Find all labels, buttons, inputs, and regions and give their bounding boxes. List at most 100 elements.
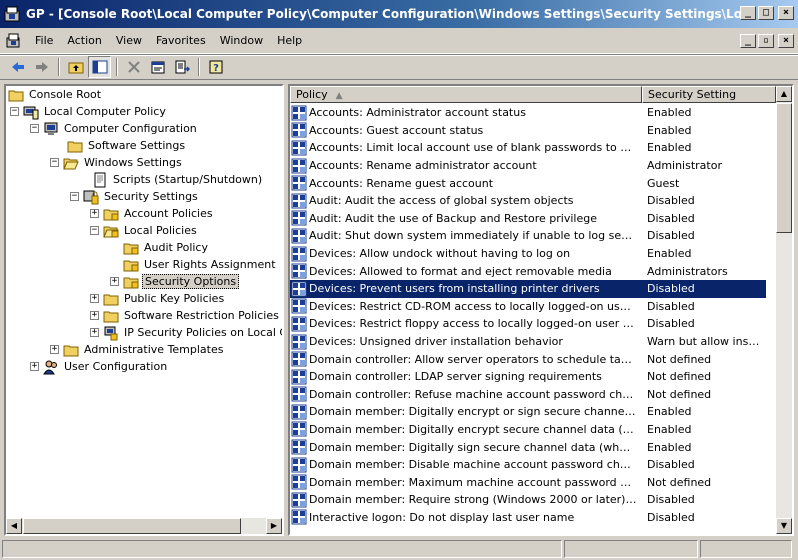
details-list[interactable]: Policy ▲ Security Setting Accounts: Admin… — [288, 84, 794, 536]
expand-toggle[interactable]: + — [30, 362, 39, 371]
scroll-up-button[interactable]: ▲ — [776, 86, 792, 102]
scroll-thumb[interactable] — [23, 518, 241, 534]
close-button[interactable]: × — [778, 6, 794, 20]
properties-button[interactable] — [146, 56, 169, 78]
child-restore-button[interactable]: ▫ — [758, 34, 774, 48]
scroll-right-button[interactable]: ▶ — [266, 518, 282, 534]
tree-item-computer-configuration[interactable]: − Computer Configuration — [30, 120, 199, 137]
policy-row[interactable]: Domain controller: Allow server operator… — [290, 350, 774, 368]
policy-row[interactable]: Domain controller: LDAP server signing r… — [290, 368, 774, 386]
toolbar-separator — [116, 58, 118, 76]
policy-row[interactable]: Domain member: Require strong (Windows 2… — [290, 491, 774, 509]
scroll-down-button[interactable]: ▼ — [776, 518, 792, 534]
scroll-left-button[interactable]: ◀ — [6, 518, 22, 534]
policy-row[interactable]: Devices: Allowed to format and eject rem… — [290, 262, 774, 280]
menu-file[interactable]: File — [28, 34, 60, 47]
policy-row[interactable]: Audit: Audit the access of global system… — [290, 192, 774, 210]
tree-item-security-options[interactable]: + Security Options — [110, 273, 240, 290]
tree-item-console-root[interactable]: Console Root — [8, 86, 103, 103]
menu-view[interactable]: View — [109, 34, 149, 47]
policy-icon — [291, 140, 307, 156]
back-arrow-icon — [11, 62, 24, 72]
policy-icon — [291, 158, 307, 174]
tree-item-account-policies[interactable]: + Account Policies — [90, 205, 215, 222]
scroll-thumb[interactable] — [776, 103, 792, 233]
collapse-toggle[interactable]: − — [30, 124, 39, 133]
policy-row[interactable]: Domain member: Digitally sign secure cha… — [290, 438, 774, 456]
menu-action[interactable]: Action — [60, 34, 108, 47]
tree-item-audit-policy[interactable]: Audit Policy — [123, 239, 210, 256]
console-tree[interactable]: Console Root − Local Computer Policy − C… — [4, 84, 284, 536]
policy-row[interactable]: Accounts: Guest account status Enabled — [290, 122, 774, 140]
policy-row[interactable]: Accounts: Rename guest account Guest — [290, 174, 774, 192]
expand-toggle[interactable]: + — [110, 277, 119, 286]
up-one-level-button[interactable] — [64, 56, 87, 78]
policy-name: Interactive logon: Do not display last u… — [309, 510, 575, 524]
menu-window[interactable]: Window — [213, 34, 270, 47]
show-hide-tree-button[interactable] — [88, 56, 111, 78]
policy-row[interactable]: Accounts: Limit local account use of bla… — [290, 139, 774, 157]
policy-row[interactable]: Domain member: Digitally encrypt or sign… — [290, 403, 774, 421]
tree-item-software-settings[interactable]: Software Settings — [54, 137, 187, 154]
policy-row[interactable]: Domain member: Maximum machine account p… — [290, 473, 774, 491]
tree-item-administrative-templates[interactable]: + Administrative Templates — [50, 341, 226, 358]
console-icon[interactable] — [6, 33, 22, 49]
tree-item-software-restriction-policies[interactable]: + Software Restriction Policies — [90, 307, 281, 324]
export-list-button[interactable] — [170, 56, 193, 78]
tree-horizontal-scrollbar[interactable]: ◀ ▶ — [6, 518, 282, 534]
policy-row[interactable]: Audit: Shut down system immediately if u… — [290, 227, 774, 245]
minimize-button[interactable]: _ — [740, 6, 756, 20]
policy-row[interactable]: Devices: Allow undock without having to … — [290, 245, 774, 263]
back-button[interactable] — [6, 56, 29, 78]
policy-row[interactable]: Accounts: Rename administrator account Ad… — [290, 157, 774, 175]
policy-row[interactable]: Devices: Restrict CD-ROM access to local… — [290, 298, 774, 316]
delete-button[interactable] — [122, 56, 145, 78]
policy-row[interactable]: Accounts: Administrator account status En… — [290, 104, 774, 122]
policy-row[interactable]: Audit: Audit the use of Backup and Resto… — [290, 210, 774, 228]
policy-row[interactable]: Domain controller: Refuse machine accoun… — [290, 386, 774, 404]
policy-row[interactable]: Interactive logon: Do not display last u… — [290, 509, 774, 527]
security-setting-value: Guest — [647, 176, 680, 190]
expand-toggle[interactable]: + — [50, 345, 59, 354]
policy-row[interactable]: Domain member: Disable machine account p… — [290, 456, 774, 474]
expand-toggle[interactable]: + — [90, 209, 99, 218]
expand-toggle[interactable]: + — [90, 311, 99, 320]
column-header-policy[interactable]: Policy ▲ — [290, 86, 642, 103]
policy-row[interactable]: Domain member: Digitally encrypt secure … — [290, 421, 774, 439]
policy-name: Accounts: Administrator account status — [309, 106, 526, 120]
security-setting-value: Not defined — [647, 475, 712, 489]
collapse-toggle[interactable]: − — [90, 226, 99, 235]
tree-item-ip-security-policies[interactable]: + IP Security Policies on Local Com — [90, 324, 282, 341]
help-button[interactable]: ? — [204, 56, 227, 78]
tree-item-local-policies[interactable]: − Local Policies — [90, 222, 199, 239]
collapse-toggle[interactable]: − — [70, 192, 79, 201]
locked-folder-open-icon — [103, 226, 119, 237]
tree-item-public-key-policies[interactable]: + Public Key Policies — [90, 290, 226, 307]
list-vertical-scrollbar[interactable]: ▲ ▼ — [776, 86, 792, 534]
tree-item-scripts[interactable]: Scripts (Startup/Shutdown) — [92, 171, 264, 188]
forward-button[interactable] — [30, 56, 53, 78]
policy-row[interactable]: Devices: Restrict floppy access to local… — [290, 315, 774, 333]
tree-item-local-computer-policy[interactable]: − Local Computer Policy — [10, 103, 168, 120]
policy-icon — [291, 246, 307, 262]
tree-item-user-configuration[interactable]: + User Configuration — [30, 358, 169, 375]
child-close-button[interactable]: × — [778, 34, 794, 48]
tree-item-user-rights-assignment[interactable]: User Rights Assignment — [123, 256, 278, 273]
menu-help[interactable]: Help — [270, 34, 309, 47]
maximize-button[interactable]: □ — [758, 6, 774, 20]
policy-icon — [291, 175, 307, 191]
locked-folder-icon — [123, 243, 139, 254]
child-minimize-button[interactable]: _ — [740, 34, 756, 48]
collapse-toggle[interactable]: − — [50, 158, 59, 167]
expand-toggle[interactable]: + — [90, 294, 99, 303]
column-header-security-setting[interactable]: Security Setting — [642, 86, 776, 103]
status-panel — [2, 540, 562, 558]
policy-row[interactable]: Devices: Unsigned driver installation be… — [290, 333, 774, 351]
tree-item-security-settings[interactable]: − Security Settings — [70, 188, 200, 205]
collapse-toggle[interactable]: − — [10, 107, 19, 116]
policy-row[interactable]: Devices: Prevent users from installing p… — [290, 279, 766, 298]
expand-toggle[interactable]: + — [90, 328, 99, 337]
tree-item-windows-settings[interactable]: − Windows Settings — [50, 154, 184, 171]
menu-favorites[interactable]: Favorites — [149, 34, 213, 47]
title-bar[interactable]: GP - [Console Root\Local Computer Policy… — [0, 0, 798, 28]
